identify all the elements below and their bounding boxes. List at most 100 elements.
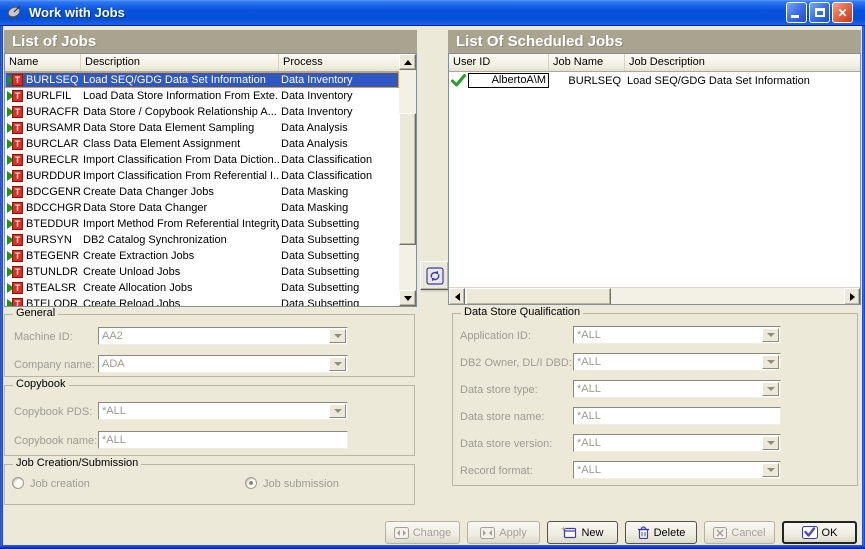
- job-description-cell: Data Store Data Changer: [81, 202, 279, 214]
- schedule-transfer-button[interactable]: [420, 261, 449, 290]
- scroll-left-button[interactable]: [449, 288, 465, 305]
- table-row[interactable]: AlbertoA\MBURLSEQLoad SEQ/GDG Data Set I…: [449, 72, 860, 89]
- circular-arrows-icon: [426, 267, 444, 285]
- chevron-down-icon[interactable]: [329, 357, 346, 371]
- ok-button-label: OK: [822, 527, 838, 539]
- new-button-label: New: [581, 527, 603, 539]
- minimize-button[interactable]: [786, 2, 807, 23]
- job-creation-radio[interactable]: [12, 477, 24, 489]
- copybook-name-label: Copybook name:: [14, 435, 97, 447]
- delete-button[interactable]: Delete: [625, 521, 697, 544]
- data-store-name-input[interactable]: *ALL: [573, 407, 781, 425]
- job-description-cell: Create Unload Jobs: [81, 266, 279, 278]
- job-name-cell: TBDCCHGR: [5, 202, 81, 214]
- job-type-icon: T: [7, 154, 24, 166]
- table-row[interactable]: TBURSYNDB2 Catalog SynchronizationData S…: [5, 232, 399, 248]
- data-store-type-value: *ALL: [577, 383, 601, 395]
- company-name-value: ADA: [102, 358, 125, 370]
- horizontal-scroll-thumb[interactable]: [466, 288, 611, 305]
- green-check-icon: [451, 74, 466, 87]
- table-row[interactable]: TBTEDDURImport Method From Referential I…: [5, 216, 399, 232]
- maximize-button[interactable]: [809, 2, 830, 23]
- table-row[interactable]: TBURECLRImport Classification From Data …: [5, 152, 399, 168]
- job-type-icon: T: [7, 202, 24, 214]
- job-description-cell: Data Store Data Element Sampling: [81, 122, 279, 134]
- job-type-icon: T: [7, 298, 24, 306]
- scroll-down-button[interactable]: [399, 290, 416, 306]
- table-row[interactable]: TBTEALSRCreate Allocation JobsData Subse…: [5, 280, 399, 296]
- action-button-row: Change Apply New: [385, 521, 857, 544]
- scroll-right-button[interactable]: [844, 288, 860, 305]
- data-store-name-label: Data store name:: [460, 411, 544, 423]
- change-button[interactable]: Change: [385, 521, 460, 544]
- table-row[interactable]: TBDCGENRCreate Data Changer JobsData Mas…: [5, 184, 399, 200]
- table-row[interactable]: TBDCCHGRData Store Data ChangerData Mask…: [5, 200, 399, 216]
- table-row[interactable]: TBURLFILLoad Data Store Information From…: [5, 88, 399, 104]
- column-process[interactable]: Process: [279, 54, 416, 71]
- chevron-down-icon[interactable]: [329, 404, 346, 418]
- vertical-scroll-thumb[interactable]: [399, 113, 416, 245]
- db2-owner-value: *ALL: [577, 356, 601, 368]
- data-store-qualification-legend: Data Store Qualification: [461, 306, 583, 318]
- job-description-cell: Create Extraction Jobs: [81, 250, 279, 262]
- copybook-name-input[interactable]: *ALL: [98, 431, 348, 449]
- machine-id-label: Machine ID:: [14, 331, 73, 343]
- job-description-cell: Class Data Element Assignment: [81, 138, 279, 150]
- chevron-down-icon[interactable]: [762, 355, 779, 369]
- table-row[interactable]: TBURLSEQLoad SEQ/GDG Data Set Informatio…: [5, 72, 399, 88]
- column-name[interactable]: Name: [5, 54, 81, 71]
- scroll-up-button[interactable]: [399, 54, 416, 70]
- ok-button[interactable]: OK: [782, 521, 857, 544]
- chevron-down-icon[interactable]: [762, 382, 779, 396]
- table-row[interactable]: TBURCLARClass Data Element AssignmentDat…: [5, 136, 399, 152]
- job-process-cell: Data Subsetting: [279, 250, 399, 262]
- cancel-button[interactable]: Cancel: [704, 521, 775, 544]
- table-row[interactable]: TBTUNLDRCreate Unload JobsData Subsettin…: [5, 264, 399, 280]
- scheduled-jobs-listview: User ID Job Name Job Description Alberto…: [448, 53, 861, 305]
- column-user-id[interactable]: User ID: [449, 54, 549, 71]
- job-type-icon: T: [7, 266, 24, 278]
- column-job-name[interactable]: Job Name: [549, 54, 625, 71]
- job-process-cell: Data Analysis: [279, 122, 399, 134]
- data-store-version-combobox[interactable]: *ALL: [573, 434, 781, 452]
- column-description[interactable]: Description: [81, 54, 279, 71]
- chevron-down-icon[interactable]: [762, 463, 779, 477]
- apply-button[interactable]: Apply: [467, 521, 540, 544]
- job-submission-radio[interactable]: [245, 477, 257, 489]
- copybook-pds-combobox[interactable]: *ALL: [98, 402, 348, 420]
- table-row[interactable]: TBURDDURImport Classification From Refer…: [5, 168, 399, 184]
- scheduled-horizontal-scrollbar[interactable]: [449, 287, 860, 304]
- record-format-combobox[interactable]: *ALL: [573, 461, 781, 479]
- close-button[interactable]: ✕: [832, 2, 853, 23]
- job-process-cell: Data Masking: [279, 186, 399, 198]
- record-format-label: Record format:: [460, 465, 533, 477]
- db2-owner-combobox[interactable]: *ALL: [573, 353, 781, 371]
- chevron-down-icon[interactable]: [762, 328, 779, 342]
- scheduled-user-cell: AlbertoA\M: [449, 73, 549, 88]
- jobs-vertical-scrollbar[interactable]: [399, 54, 416, 306]
- table-row[interactable]: TBTEGENRCreate Extraction JobsData Subse…: [5, 248, 399, 264]
- titlebar[interactable]: Work with Jobs ✕: [0, 0, 865, 26]
- delete-button-label: Delete: [654, 527, 686, 539]
- chevron-down-icon[interactable]: [762, 436, 779, 450]
- job-process-cell: Data Subsetting: [279, 298, 399, 306]
- company-name-combobox[interactable]: ADA: [98, 355, 348, 373]
- user-id-edit-box[interactable]: AlbertoA\M: [468, 73, 549, 88]
- column-job-description[interactable]: Job Description: [625, 54, 860, 71]
- job-type-icon: T: [7, 218, 24, 230]
- job-description-cell: Create Reload Jobs: [81, 298, 279, 306]
- job-name-cell: TBURDDUR: [5, 170, 81, 182]
- machine-id-combobox[interactable]: AA2: [98, 327, 348, 345]
- new-button[interactable]: New: [547, 521, 618, 544]
- chevron-down-icon[interactable]: [329, 329, 346, 343]
- table-row[interactable]: TBURSAMRData Store Data Element Sampling…: [5, 120, 399, 136]
- scheduled-job-description-cell: Load SEQ/GDG Data Set Information: [625, 75, 860, 87]
- jobs-list-column-header[interactable]: Name Description Process: [5, 54, 416, 72]
- data-store-type-combobox[interactable]: *ALL: [573, 380, 781, 398]
- scheduled-list-column-header[interactable]: User ID Job Name Job Description: [449, 54, 860, 72]
- table-row[interactable]: TBTELODRCreate Reload JobsData Subsettin…: [5, 296, 399, 306]
- application-id-combobox[interactable]: *ALL: [573, 326, 781, 344]
- record-format-value: *ALL: [577, 464, 601, 476]
- job-type-icon: T: [7, 138, 24, 150]
- table-row[interactable]: TBURACFRData Store / Copybook Relationsh…: [5, 104, 399, 120]
